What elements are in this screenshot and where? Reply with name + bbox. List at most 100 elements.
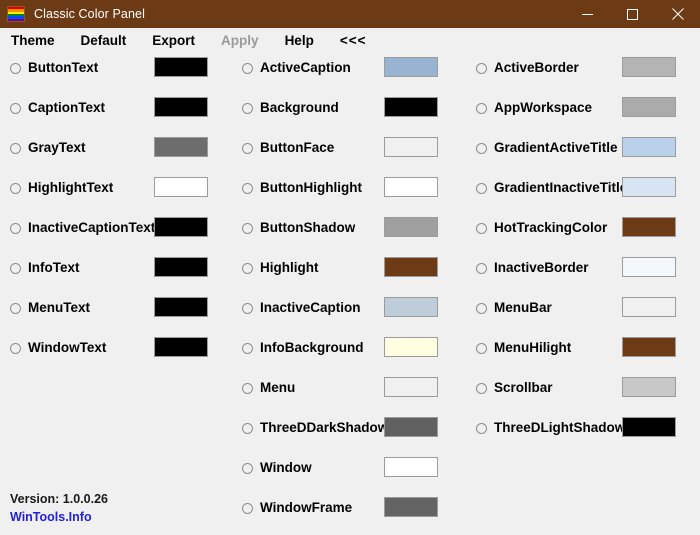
menu-item-help[interactable]: Help bbox=[285, 33, 314, 49]
color-row[interactable]: ActiveBorder bbox=[474, 54, 698, 94]
color-swatch[interactable] bbox=[622, 257, 676, 277]
color-swatch[interactable] bbox=[622, 297, 676, 317]
menu-item-export[interactable]: Export bbox=[152, 33, 195, 49]
maximize-button[interactable] bbox=[610, 0, 655, 28]
color-name-label: InfoText bbox=[28, 260, 80, 275]
color-swatch[interactable] bbox=[384, 297, 438, 317]
radio-graytext[interactable] bbox=[10, 143, 21, 154]
radio-threedlightshadow[interactable] bbox=[476, 423, 487, 434]
color-row[interactable]: GradientInactiveTitle bbox=[474, 174, 698, 214]
radio-highlight[interactable] bbox=[242, 263, 253, 274]
color-row[interactable]: WindowText bbox=[8, 334, 236, 374]
color-row[interactable]: AppWorkspace bbox=[474, 94, 698, 134]
radio-hottrackingcolor[interactable] bbox=[476, 223, 487, 234]
color-row[interactable]: MenuBar bbox=[474, 294, 698, 334]
radio-buttontext[interactable] bbox=[10, 63, 21, 74]
color-swatch[interactable] bbox=[622, 137, 676, 157]
color-row[interactable]: Scrollbar bbox=[474, 374, 698, 414]
radio-gradientactivetitle[interactable] bbox=[476, 143, 487, 154]
color-row[interactable]: MenuText bbox=[8, 294, 236, 334]
color-row[interactable]: Menu bbox=[240, 374, 472, 414]
color-row[interactable]: InfoBackground bbox=[240, 334, 472, 374]
color-swatch[interactable] bbox=[384, 97, 438, 117]
color-row[interactable]: MenuHilight bbox=[474, 334, 698, 374]
color-swatch[interactable] bbox=[384, 57, 438, 77]
color-row[interactable]: GradientActiveTitle bbox=[474, 134, 698, 174]
radio-buttonhighlight[interactable] bbox=[242, 183, 253, 194]
radio-buttonface[interactable] bbox=[242, 143, 253, 154]
color-swatch[interactable] bbox=[154, 57, 208, 77]
color-row[interactable]: HotTrackingColor bbox=[474, 214, 698, 254]
color-row[interactable]: InactiveBorder bbox=[474, 254, 698, 294]
color-row[interactable]: ButtonShadow bbox=[240, 214, 472, 254]
radio-infobackground[interactable] bbox=[242, 343, 253, 354]
color-swatch[interactable] bbox=[384, 177, 438, 197]
color-row[interactable]: ButtonHighlight bbox=[240, 174, 472, 214]
radio-inactivecaptiontext[interactable] bbox=[10, 223, 21, 234]
color-column-2: ActiveCaption Background ButtonFace ButtonH… bbox=[240, 54, 472, 534]
radio-captiontext[interactable] bbox=[10, 103, 21, 114]
color-row[interactable]: InactiveCaption bbox=[240, 294, 472, 334]
color-row[interactable]: Window bbox=[240, 454, 472, 494]
color-swatch[interactable] bbox=[622, 417, 676, 437]
color-swatch[interactable] bbox=[384, 137, 438, 157]
radio-menubar[interactable] bbox=[476, 303, 487, 314]
color-swatch[interactable] bbox=[622, 57, 676, 77]
minimize-button[interactable] bbox=[565, 0, 610, 28]
radio-activeborder[interactable] bbox=[476, 63, 487, 74]
color-swatch[interactable] bbox=[384, 257, 438, 277]
color-swatch[interactable] bbox=[622, 97, 676, 117]
radio-inactiveborder[interactable] bbox=[476, 263, 487, 274]
radio-menutext[interactable] bbox=[10, 303, 21, 314]
radio-infotext[interactable] bbox=[10, 263, 21, 274]
menu-item-theme[interactable]: Theme bbox=[11, 33, 55, 49]
radio-menu[interactable] bbox=[242, 383, 253, 394]
color-row[interactable]: InfoText bbox=[8, 254, 236, 294]
wintools-info-link[interactable]: WinTools.Info bbox=[10, 508, 270, 526]
color-swatch[interactable] bbox=[154, 177, 208, 197]
radio-buttonshadow[interactable] bbox=[242, 223, 253, 234]
radio-background[interactable] bbox=[242, 103, 253, 114]
menu-item-default[interactable]: Default bbox=[81, 33, 127, 49]
radio-activecaption[interactable] bbox=[242, 63, 253, 74]
color-swatch[interactable] bbox=[154, 137, 208, 157]
color-row[interactable]: Highlight bbox=[240, 254, 472, 294]
color-swatch[interactable] bbox=[384, 377, 438, 397]
color-swatch[interactable] bbox=[384, 217, 438, 237]
color-swatch[interactable] bbox=[622, 337, 676, 357]
radio-appworkspace[interactable] bbox=[476, 103, 487, 114]
color-swatch[interactable] bbox=[154, 257, 208, 277]
color-row[interactable]: CaptionText bbox=[8, 94, 236, 134]
color-row[interactable]: WindowFrame bbox=[240, 494, 472, 534]
radio-highlighttext[interactable] bbox=[10, 183, 21, 194]
radio-menuhilight[interactable] bbox=[476, 343, 487, 354]
color-swatch[interactable] bbox=[154, 337, 208, 357]
close-button[interactable] bbox=[655, 0, 700, 28]
color-swatch[interactable] bbox=[622, 217, 676, 237]
color-swatch[interactable] bbox=[384, 337, 438, 357]
color-row[interactable]: ButtonText bbox=[8, 54, 236, 94]
color-swatch[interactable] bbox=[384, 497, 438, 517]
color-row[interactable]: InactiveCaptionText bbox=[8, 214, 236, 254]
radio-window[interactable] bbox=[242, 463, 253, 474]
color-row[interactable]: HighlightText bbox=[8, 174, 236, 214]
color-row[interactable]: Background bbox=[240, 94, 472, 134]
color-row[interactable]: GrayText bbox=[8, 134, 236, 174]
color-swatch[interactable] bbox=[154, 217, 208, 237]
color-swatch[interactable] bbox=[384, 457, 438, 477]
color-row[interactable]: ThreeDDarkShadow bbox=[240, 414, 472, 454]
color-row[interactable]: ButtonFace bbox=[240, 134, 472, 174]
color-swatch[interactable] bbox=[154, 297, 208, 317]
radio-windowtext[interactable] bbox=[10, 343, 21, 354]
color-swatch[interactable] bbox=[622, 177, 676, 197]
color-swatch[interactable] bbox=[154, 97, 208, 117]
radio-inactivecaption[interactable] bbox=[242, 303, 253, 314]
color-swatch[interactable] bbox=[622, 377, 676, 397]
menu-item-[interactable]: <<< bbox=[340, 33, 367, 49]
radio-scrollbar[interactable] bbox=[476, 383, 487, 394]
radio-threeddarkshadow[interactable] bbox=[242, 423, 253, 434]
color-row[interactable]: ThreeDLightShadow bbox=[474, 414, 698, 454]
color-row[interactable]: ActiveCaption bbox=[240, 54, 472, 94]
color-swatch[interactable] bbox=[384, 417, 438, 437]
radio-gradientinactivetitle[interactable] bbox=[476, 183, 487, 194]
